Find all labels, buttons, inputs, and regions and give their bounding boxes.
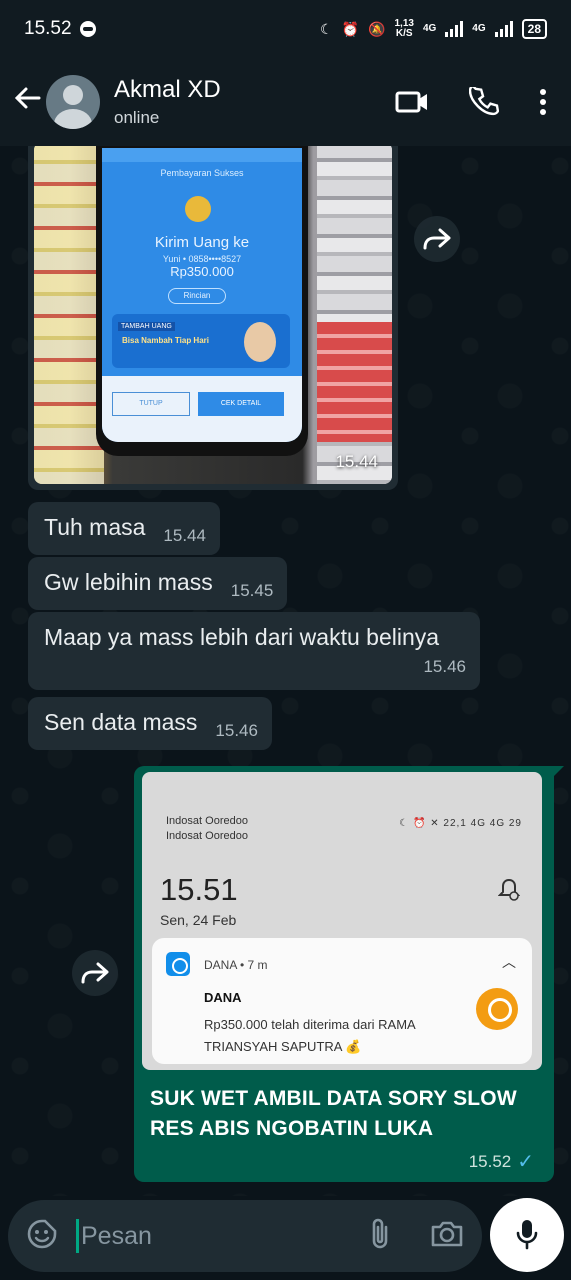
banner-person (244, 322, 276, 362)
message-time: 15.46 (215, 721, 258, 740)
chevron-up-icon: ︿ (502, 954, 516, 970)
more-vertical-icon (540, 89, 546, 115)
paperclip-icon (372, 1218, 388, 1248)
photo-btn-right: CEK DETAIL (198, 392, 284, 416)
photo-caption-small: Pembayaran Sukses (160, 168, 244, 178)
incoming-text-message[interactable]: Gw lebihin mass 15.45 (28, 557, 288, 610)
contact-info[interactable]: Akmal XD online (114, 76, 221, 128)
incoming-image-message[interactable]: Pembayaran Sukses Kirim Uang ke Yuni • 0… (28, 146, 398, 490)
camera-button[interactable] (430, 1220, 464, 1253)
voice-record-button[interactable] (490, 1198, 564, 1272)
message-input[interactable] (76, 1219, 326, 1253)
incoming-text-message[interactable]: Tuh masa 15.44 (28, 502, 220, 555)
dana-notification: DANA • 7 m ︿ DANA Rp350.000 telah diteri… (152, 938, 532, 1064)
status-icons: ☾ ⏰ 🔕 1,13 K/S 4G 4G 28 (320, 19, 547, 39)
message-text: Maap ya mass lebih dari waktu belinya (44, 624, 440, 650)
forward-icon (423, 228, 451, 250)
phone-topbar (102, 148, 302, 162)
screenshot-status-icons: ☾ ⏰ ✕ 22,1 4G 4G 29 (399, 818, 522, 829)
message-time: 15.46 (423, 657, 466, 676)
message-time: 15.45 (230, 581, 274, 600)
screenshot-clock: 15.51 (160, 872, 238, 907)
notif-avatar (476, 988, 518, 1030)
signal-icon-2 (494, 21, 513, 37)
sent-tick-icon: ✓ (517, 1151, 534, 1173)
forward-button[interactable] (72, 950, 118, 996)
contact-status: online (114, 108, 160, 127)
message-input-box (8, 1200, 482, 1272)
phone-screen: Pembayaran Sukses Kirim Uang ke Yuni • 0… (102, 148, 302, 442)
alarm-icon: ⏰ (341, 20, 360, 37)
chat-header: Akmal XD online (0, 58, 571, 146)
photo-sub: Yuni • 0858••••8527 (162, 254, 242, 264)
attach-button[interactable] (368, 1217, 392, 1256)
video-call-button[interactable] (395, 89, 429, 115)
notif-title: DANA (204, 990, 242, 1005)
sticker-icon (27, 1219, 57, 1248)
photo-button: Rincian (168, 288, 226, 304)
photo-title: Kirim Uang ke (154, 234, 250, 251)
status-bar: 15.52 ☾ ⏰ 🔕 1,13 K/S 4G 4G 28 (0, 0, 571, 58)
avatar-body (54, 109, 92, 129)
microphone-icon (516, 1220, 538, 1250)
message-text: Tuh masa (44, 514, 146, 540)
phone-icon (469, 87, 499, 116)
outgoing-image-message[interactable]: Indosat Ooredoo Indosat Ooredoo ☾ ⏰ ✕ 22… (134, 766, 564, 1182)
sim1-label: 4G (422, 23, 437, 34)
message-text: Gw lebihin mass (44, 569, 213, 595)
banner-text: Bisa Nambah Tiap Hari (122, 336, 209, 345)
message-meta: 15.52 ✓ (469, 1149, 534, 1174)
signal-icon (445, 21, 464, 37)
net-speed-unit: K/S (395, 28, 413, 39)
more-options-button[interactable] (539, 88, 547, 116)
status-time: 15.52 (24, 18, 72, 39)
payment-photo[interactable]: Pembayaran Sukses Kirim Uang ke Yuni • 0… (34, 146, 392, 484)
notif-body: Rp350.000 telah diterima dari RAMA TRIAN… (204, 1017, 416, 1054)
shelf-left (34, 146, 104, 484)
message-text: Sen data mass (44, 709, 198, 735)
carrier-line-1: Indosat Ooredoo (166, 815, 248, 827)
battery-icon: 28 (521, 19, 547, 39)
avatar-head (63, 85, 83, 105)
mute-icon: 🔕 (368, 20, 386, 37)
contact-name: Akmal XD (114, 76, 221, 103)
back-button[interactable] (0, 83, 46, 121)
photo-banner: TAMBAH UANG Bisa Nambah Tiap Hari (112, 314, 290, 368)
forward-button[interactable] (414, 216, 460, 262)
message-time: 15.52 (468, 1151, 512, 1171)
phone-in-photo: Pembayaran Sukses Kirim Uang ke Yuni • 0… (96, 146, 308, 456)
notif-app-name: DANA • 7 m (204, 958, 268, 972)
moon-icon: ☾ (320, 20, 333, 37)
message-time: 15.44 (335, 452, 378, 471)
dana-app-icon (166, 952, 190, 976)
video-camera-icon (395, 91, 427, 113)
incoming-text-message[interactable]: Sen data mass 15.46 (28, 697, 272, 750)
photo-btn-left: TUTUP (112, 392, 190, 416)
camera-icon (431, 1221, 463, 1246)
carrier-line-2: Indosat Ooredoo (166, 830, 248, 842)
back-arrow-icon (14, 87, 41, 109)
screenshot-date: Sen, 24 Feb (160, 912, 237, 928)
message-time: 15.44 (163, 526, 206, 545)
voice-call-button[interactable] (469, 87, 499, 117)
shelf-right-red (317, 322, 392, 442)
sticker-button[interactable] (26, 1218, 60, 1255)
banner-tag: TAMBAH UANG (118, 322, 175, 331)
incoming-text-message[interactable]: Maap ya mass lebih dari waktu belinya 15.… (28, 612, 480, 690)
coin-icon (185, 196, 211, 222)
message-composer (0, 1196, 571, 1280)
net-speed: 1,13 K/S (394, 19, 413, 39)
bell-icon (498, 878, 520, 901)
notification-icon (79, 21, 96, 37)
photo-amount: Rp350.000 (170, 264, 234, 279)
phone-bottom: TUTUP CEK DETAIL (102, 376, 302, 442)
forward-icon (81, 962, 109, 984)
screenshot-carrier: Indosat Ooredoo Indosat Ooredoo (166, 814, 248, 844)
avatar[interactable] (46, 75, 100, 129)
header-actions (395, 87, 571, 117)
notification-screenshot[interactable]: Indosat Ooredoo Indosat Ooredoo ☾ ⏰ ✕ 22… (142, 772, 542, 1070)
sim2-label: 4G (472, 23, 486, 34)
message-caption: SUK WET AMBIL DATA SORY SLOW RES ABIS NG… (150, 1087, 517, 1140)
chat-area[interactable]: Pembayaran Sukses Kirim Uang ke Yuni • 0… (0, 146, 571, 1196)
